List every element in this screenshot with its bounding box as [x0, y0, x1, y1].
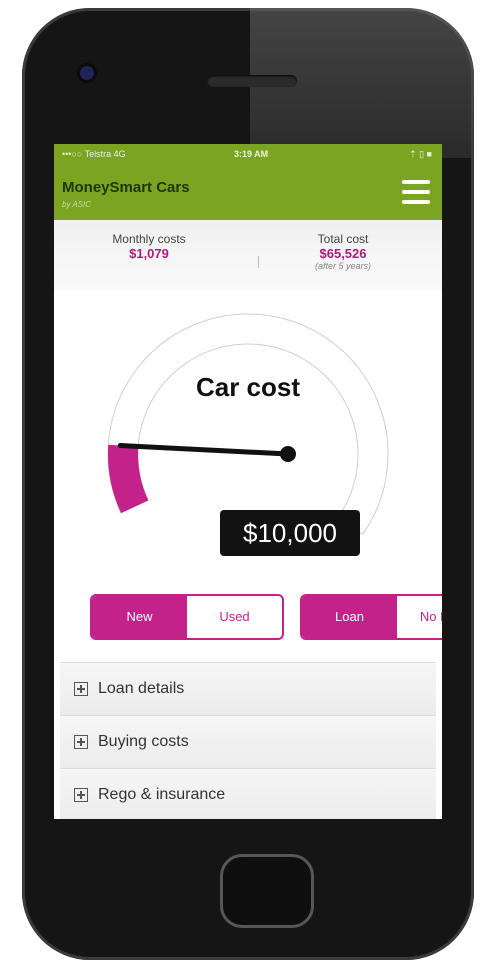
loan-toggle: Loan No Loan	[300, 594, 442, 640]
status-time: 3:19 AM	[234, 149, 269, 159]
front-camera-icon	[80, 66, 94, 80]
phone-frame: •••○○ Telstra 4G 3:19 AM ⇡ ▯ ■ MoneySmar…	[22, 8, 474, 960]
app-header: MoneySmart Cars by ASIC	[54, 166, 442, 220]
total-cost-label: Total cost	[317, 232, 369, 246]
carrier-label: •••○○ Telstra 4G	[62, 149, 126, 159]
monthly-costs-value: $1,079	[129, 246, 169, 261]
cost-summary: Monthly costs $1,079 Total cost $65,526 …	[54, 220, 442, 290]
hamburger-menu-icon[interactable]	[402, 180, 430, 206]
loan-option[interactable]: Loan	[302, 596, 397, 638]
new-used-toggle: New Used	[90, 594, 284, 640]
total-cost-value: $65,526	[319, 246, 367, 261]
details-accordion: Loan details Buying costs Rego & insuran…	[60, 662, 436, 819]
status-bar: •••○○ Telstra 4G 3:19 AM ⇡ ▯ ■	[54, 144, 442, 166]
app-screen: •••○○ Telstra 4G 3:19 AM ⇡ ▯ ■ MoneySmar…	[54, 144, 442, 819]
app-title: MoneySmart Cars	[62, 179, 190, 196]
battery-icon: ⇡ ▯ ■	[409, 149, 432, 159]
monthly-costs: Monthly costs $1,079	[54, 232, 244, 261]
section-loan-details[interactable]: Loan details	[60, 662, 436, 715]
no-loan-option[interactable]: No Loan	[397, 596, 442, 638]
gauge-outer-arc	[107, 313, 389, 535]
section-rego-insurance[interactable]: Rego & insurance	[60, 768, 436, 819]
app-subtitle: by ASIC	[62, 200, 92, 209]
gauge-title: Car cost	[195, 372, 301, 402]
earpiece-speaker	[207, 75, 297, 87]
gauge-needle	[117, 443, 291, 457]
home-button[interactable]	[220, 854, 314, 928]
section-label: Loan details	[98, 680, 185, 697]
monthly-costs-label: Monthly costs	[112, 232, 186, 246]
section-label: Buying costs	[98, 733, 189, 750]
total-cost: Total cost $65,526 (after 5 years)	[248, 232, 438, 271]
new-option[interactable]: New	[92, 596, 187, 638]
section-label: Rego & insurance	[98, 786, 226, 803]
total-cost-note: (after 5 years)	[314, 261, 372, 271]
section-buying-costs[interactable]: Buying costs	[60, 715, 436, 768]
gauge-inner-arc	[137, 343, 359, 518]
expand-plus-icon	[74, 788, 88, 802]
gauge-fill	[108, 444, 149, 514]
car-cost-value[interactable]: $10,000	[220, 510, 360, 556]
expand-plus-icon	[74, 682, 88, 696]
expand-plus-icon	[74, 735, 88, 749]
gauge-hub	[280, 446, 296, 462]
used-option[interactable]: Used	[187, 596, 282, 638]
